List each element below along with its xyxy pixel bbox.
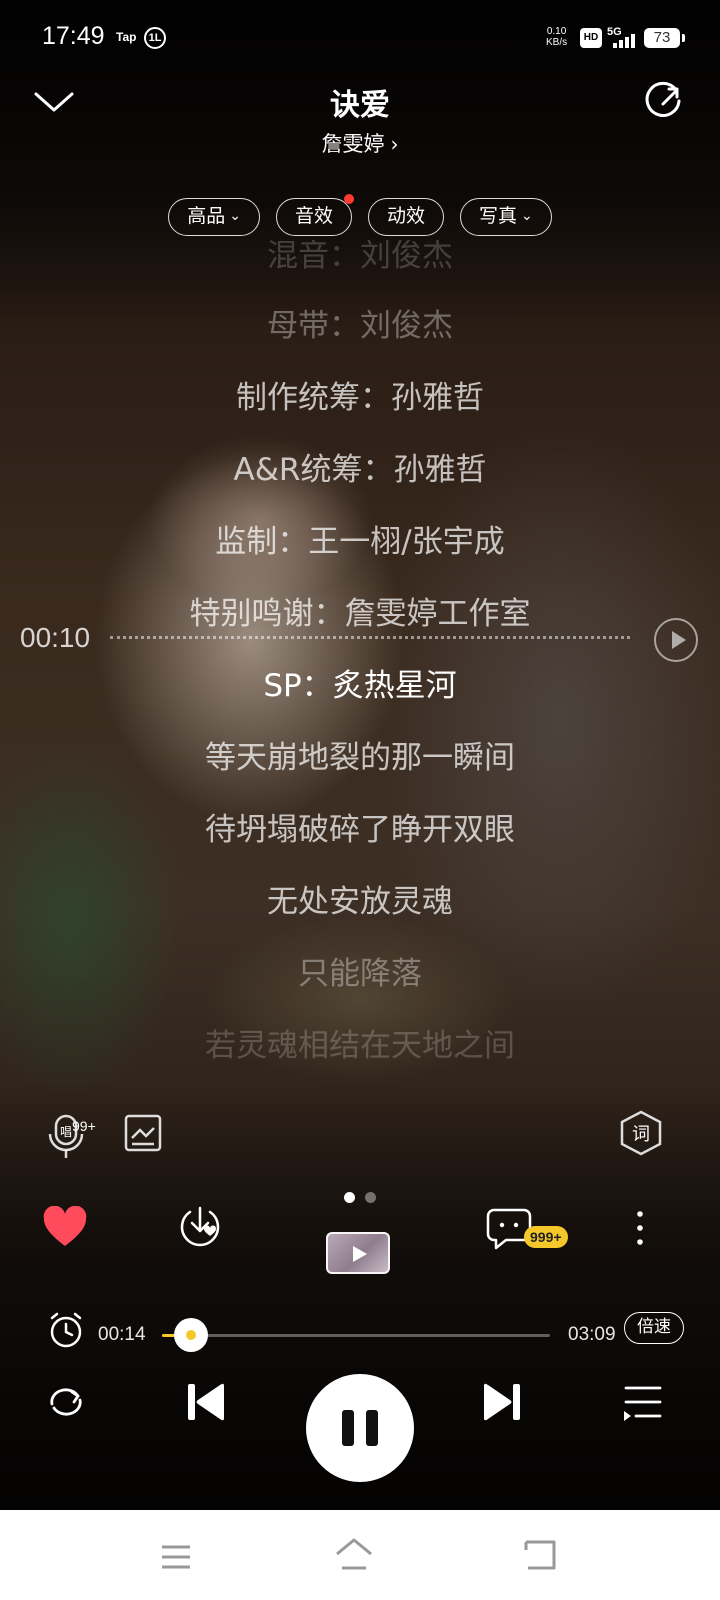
lyric-seek-line <box>110 636 630 639</box>
svg-text:唱: 唱 <box>60 1125 72 1139</box>
playback-progress: 00:14 03:09 倍速 <box>0 1310 720 1360</box>
alarm-clock-icon[interactable] <box>46 1310 86 1350</box>
previous-track-icon[interactable] <box>184 1382 228 1422</box>
lyric-line: 只能降落 <box>298 956 422 992</box>
signal-icon: 5G <box>607 26 637 50</box>
lyric-line: 无处安放灵魂 <box>267 884 453 920</box>
lyric-line: A&R统筹：孙雅哲 <box>233 452 487 488</box>
lyric-line: 特别鸣谢：詹雯婷工作室 <box>189 596 531 632</box>
lyrics-icon[interactable]: 词 <box>618 1110 664 1156</box>
artist-link[interactable]: 詹雯婷 › <box>0 128 720 158</box>
share-icon[interactable] <box>642 80 684 122</box>
back-icon[interactable] <box>522 1538 558 1572</box>
notification-dot <box>344 194 354 204</box>
lyric-line-current: SP：炙热星河 <box>263 668 457 704</box>
sing-badge: 99+ <box>72 1118 96 1134</box>
status-circle-icon: 1L <box>144 27 166 49</box>
playback-speed-button[interactable]: 倍速 <box>624 1312 684 1344</box>
lyric-line: 待坍塌破碎了睁开双眼 <box>205 812 515 848</box>
status-time: 17:49 <box>42 22 105 50</box>
poster-icon[interactable] <box>124 1114 162 1152</box>
pause-button[interactable] <box>306 1374 414 1482</box>
menu-icon[interactable] <box>160 1544 192 1570</box>
like-heart-icon[interactable] <box>42 1205 88 1248</box>
animation-pill[interactable]: 动效 <box>368 198 445 236</box>
status-bar: 17:49 Tap 1L 0.10 KB/s HD 5G 73 <box>0 0 720 76</box>
network-speed: 0.10 KB/s <box>546 26 568 48</box>
home-icon[interactable] <box>334 1536 374 1572</box>
artist-name: 詹雯婷 <box>321 132 385 156</box>
chevron-down-icon: ⌄ <box>229 208 241 224</box>
svg-text:词: 词 <box>632 1124 650 1145</box>
song-title: 诀爱 <box>330 88 390 123</box>
lyric-line: 等天崩地裂的那一瞬间 <box>205 740 515 776</box>
photo-pill[interactable]: 写真 ⌄ <box>460 198 552 236</box>
quality-pill[interactable]: 高品 ⌄ <box>168 198 260 236</box>
progress-track[interactable] <box>162 1318 550 1352</box>
playlist-icon[interactable] <box>620 1382 664 1422</box>
lyric-line: 制作统筹：孙雅哲 <box>236 380 484 416</box>
progress-thumb[interactable] <box>173 1318 208 1352</box>
total-duration: 03:09 <box>568 1324 616 1345</box>
hd-icon: HD <box>580 28 602 48</box>
system-nav-bar <box>0 1510 720 1600</box>
option-pills: 高品 ⌄ 音效 动效 写真 ⌄ <box>0 194 720 236</box>
comment-count-badge: 999+ <box>524 1226 568 1248</box>
tap-indicator: Tap <box>116 30 137 44</box>
battery-icon: 73 <box>644 28 685 48</box>
lyrics-view[interactable]: 混音：刘俊杰 母带：刘俊杰 制作统筹：孙雅哲 A&R统筹：孙雅哲 监制：王一栩/… <box>0 240 720 1070</box>
elapsed-time: 00:14 <box>98 1324 146 1345</box>
chevron-right-icon: › <box>390 132 399 156</box>
lyric-line: 若灵魂相结在天地之间 <box>205 1028 515 1064</box>
page-dot <box>365 1192 376 1203</box>
pause-icon <box>342 1410 354 1446</box>
mv-thumbnail[interactable] <box>326 1232 390 1274</box>
page-dot-active <box>344 1192 355 1203</box>
lyric-seek-time: 00:10 <box>20 622 91 653</box>
seek-play-icon[interactable] <box>654 618 698 662</box>
sound-effect-pill[interactable]: 音效 <box>275 194 354 236</box>
repeat-icon[interactable] <box>44 1382 88 1422</box>
lyric-line: 混音：刘俊杰 <box>267 240 453 274</box>
lyric-line: 母带：刘俊杰 <box>267 308 453 344</box>
next-track-icon[interactable] <box>480 1382 524 1422</box>
lyric-line: 监制：王一栩/张宇成 <box>215 524 505 560</box>
chevron-down-icon: ⌄ <box>521 208 533 224</box>
more-vertical-icon[interactable] <box>630 1208 650 1248</box>
download-icon[interactable] <box>176 1204 224 1252</box>
page-indicator <box>0 1192 720 1203</box>
